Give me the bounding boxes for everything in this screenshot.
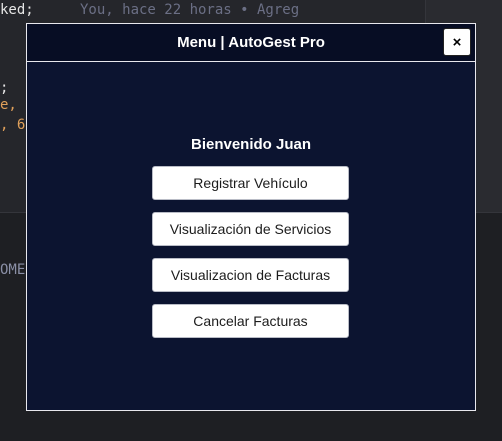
- register-vehicle-button[interactable]: Registrar Vehículo: [152, 166, 349, 200]
- menu-modal: Menu | AutoGest Pro × Bienvenido Juan Re…: [26, 23, 476, 411]
- welcome-message: Bienvenido Juan: [190, 136, 312, 153]
- modal-header: Menu | AutoGest Pro ×: [27, 24, 475, 62]
- view-invoices-button[interactable]: Visualizacion de Facturas: [152, 258, 349, 292]
- cancel-invoices-button[interactable]: Cancelar Facturas: [152, 304, 349, 338]
- view-services-button[interactable]: Visualización de Servicios: [152, 212, 349, 246]
- close-button[interactable]: ×: [443, 28, 471, 56]
- close-icon: ×: [452, 33, 462, 51]
- code-line: ked;: [0, 2, 34, 18]
- git-blame-annotation: You, hace 22 horas • Agreg: [80, 2, 300, 18]
- code-line: ;: [0, 80, 9, 96]
- modal-title: Menu | AutoGest Pro: [177, 34, 325, 51]
